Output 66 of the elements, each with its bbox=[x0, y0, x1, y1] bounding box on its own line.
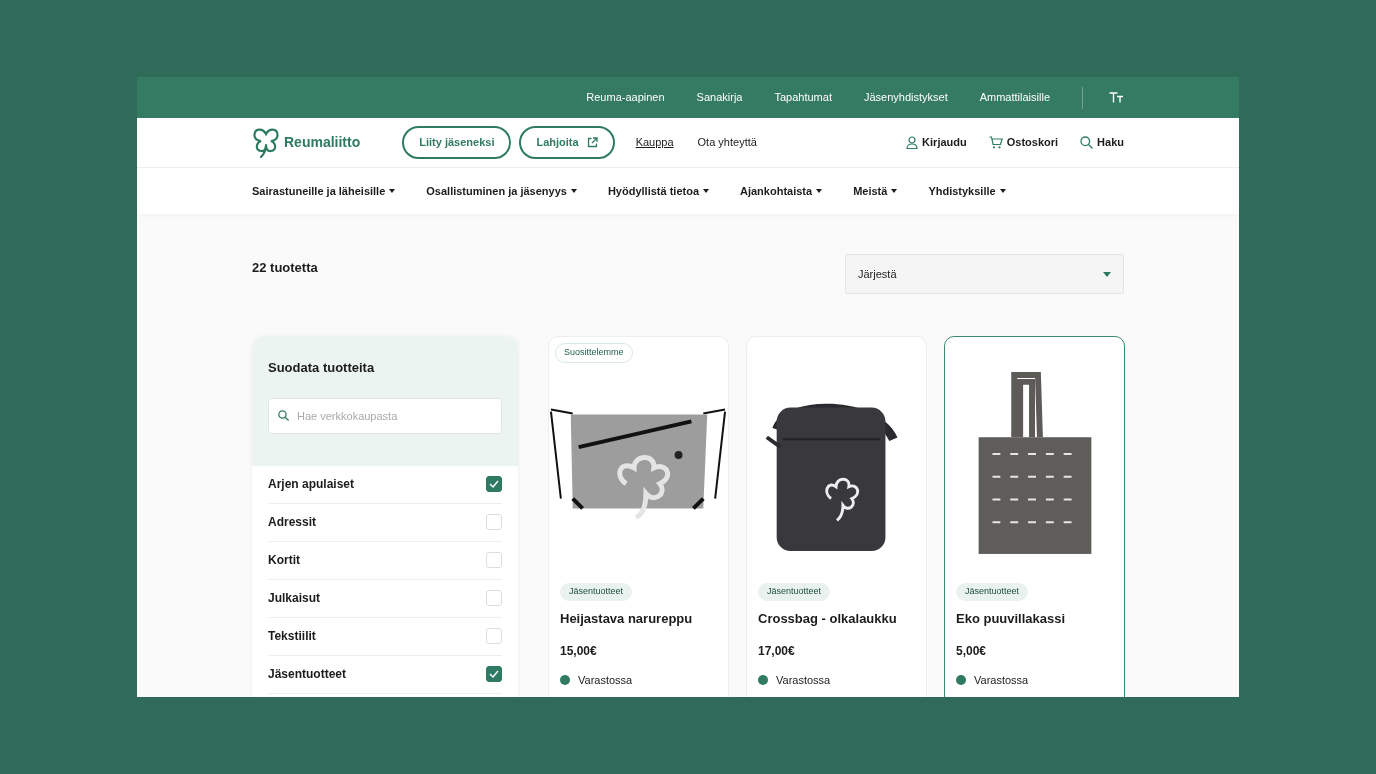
category-label: Adressit bbox=[268, 514, 317, 531]
checkbox[interactable] bbox=[486, 666, 502, 682]
stock-status: Varastossa bbox=[974, 673, 1029, 688]
cart-link[interactable]: Ostoskori bbox=[1006, 134, 1059, 151]
search-icon bbox=[278, 409, 289, 421]
top-link[interactable]: Tapahtumat bbox=[774, 89, 832, 106]
product-name[interactable]: Heijastava narureppu bbox=[560, 608, 717, 628]
cart-icon bbox=[988, 136, 1003, 149]
recommended-tag: Suosittelemme bbox=[555, 343, 633, 363]
stock-status: Varastossa bbox=[776, 673, 831, 688]
top-link[interactable]: Jäsenyhdistykset bbox=[863, 89, 948, 106]
search-link[interactable]: Haku bbox=[1097, 134, 1124, 151]
caret-icon bbox=[999, 189, 1006, 193]
category-label: Arjen apulaiset bbox=[268, 476, 355, 493]
category-label: Julkaisut bbox=[268, 590, 321, 607]
logo-text[interactable]: Reumaliitto bbox=[284, 132, 361, 153]
category-tag: Jäsentuotteet bbox=[956, 583, 1029, 601]
stock-status-dot bbox=[758, 675, 768, 686]
category-label: Kortit bbox=[268, 552, 300, 569]
product-name[interactable]: Crossbag - olkalaukku bbox=[758, 608, 915, 628]
header-button[interactable]: Liity jäseneksi bbox=[402, 126, 512, 159]
nav-menu-link[interactable]: Meistä bbox=[853, 182, 898, 200]
clover-logo-icon[interactable] bbox=[252, 126, 280, 159]
login-link[interactable]: Kirjaudu bbox=[922, 134, 967, 151]
product-card[interactable]: Jäsentuotteet Eko puuvillakassi 5,00€ Varastossa bbox=[944, 336, 1125, 697]
nav-menu-link[interactable]: Osallistuminen ja jäsenyys bbox=[426, 182, 577, 200]
product-price: 15,00€ bbox=[560, 643, 598, 660]
check-icon bbox=[489, 670, 499, 678]
product-price: 17,00€ bbox=[758, 643, 796, 660]
stock-status: Varastossa bbox=[578, 673, 633, 688]
header-link[interactable]: Ota yhteyttä bbox=[697, 134, 757, 151]
sort-dropdown[interactable]: Järjestä bbox=[845, 254, 1124, 294]
product-price: 5,00€ bbox=[956, 643, 988, 660]
category-tag: Jäsentuotteet bbox=[560, 583, 633, 601]
product-name[interactable]: Eko puuvillakassi bbox=[956, 608, 1113, 628]
external-link-icon bbox=[586, 137, 598, 148]
search-icon bbox=[1080, 136, 1094, 149]
caret-icon bbox=[891, 189, 898, 193]
category-tag: Jäsentuotteet bbox=[758, 583, 831, 601]
check-icon bbox=[489, 480, 499, 488]
top-link[interactable]: Reuma-aapinen bbox=[586, 89, 665, 106]
nav-menu-link[interactable]: Sairastuneille ja läheisille bbox=[252, 182, 396, 200]
header-button[interactable]: Lahjoita bbox=[519, 126, 615, 159]
stock-status-dot bbox=[956, 675, 966, 686]
text-size-icon[interactable] bbox=[1109, 92, 1124, 103]
stock-status-dot bbox=[560, 675, 570, 686]
header-link[interactable]: Kauppa bbox=[635, 134, 674, 151]
category-label: Tekstiilit bbox=[268, 628, 316, 645]
checkbox[interactable] bbox=[486, 476, 502, 492]
product-card[interactable]: Suosittelemme Jäsentuotteet Heijastava narureppu 15,00€ Varastossa bbox=[548, 336, 729, 697]
nav-menu-link[interactable]: Yhdistyksille bbox=[928, 182, 1006, 200]
product-count: 22 tuotetta bbox=[252, 259, 318, 277]
nav-menu-link[interactable]: Hyödyllistä tietoa bbox=[607, 182, 709, 200]
user-icon bbox=[906, 136, 919, 149]
caret-icon bbox=[816, 189, 823, 193]
top-link[interactable]: Sanakirja bbox=[696, 89, 743, 106]
caret-icon bbox=[389, 189, 396, 193]
filter-title: Suodata tuotteita bbox=[268, 359, 376, 377]
caret-icon bbox=[570, 189, 577, 193]
caret-icon bbox=[1103, 271, 1111, 277]
product-card[interactable]: Jäsentuotteet Crossbag - olkalaukku 17,00€ Varastossa bbox=[746, 336, 927, 697]
caret-icon bbox=[703, 189, 709, 193]
category-label: Jäsentuotteet bbox=[268, 666, 347, 683]
top-link[interactable]: Ammattilaisille bbox=[979, 89, 1050, 106]
search-field[interactable]: Hae verkkokaupasta bbox=[268, 397, 502, 434]
nav-menu-link[interactable]: Ajankohtaista bbox=[740, 182, 823, 200]
